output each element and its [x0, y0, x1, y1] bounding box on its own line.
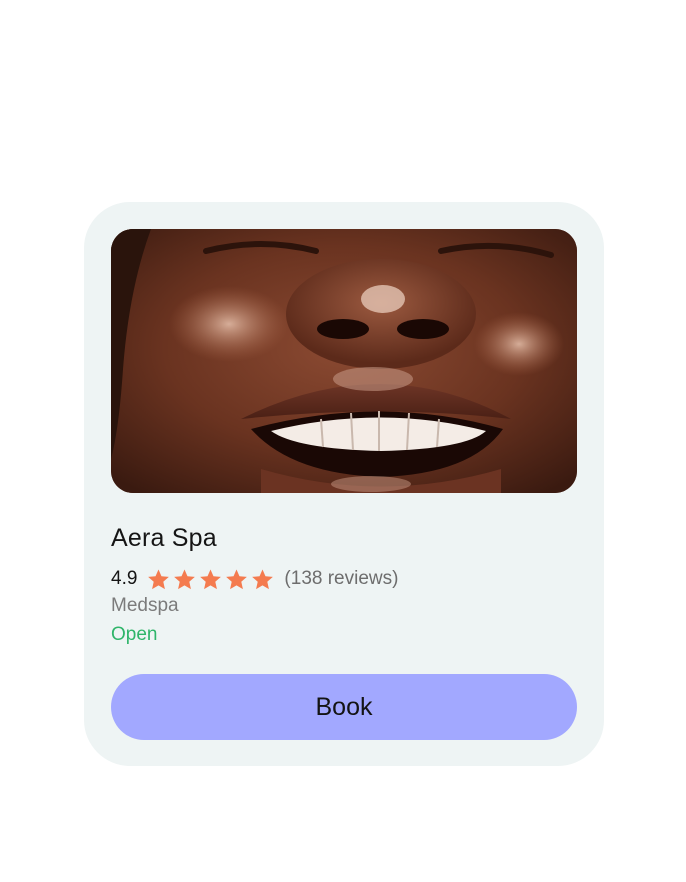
- book-button[interactable]: Book: [111, 674, 577, 740]
- star-icon: [174, 568, 196, 589]
- category-label: Medspa: [111, 595, 179, 616]
- open-status: Open: [111, 624, 158, 645]
- star-icon: [252, 568, 274, 589]
- listing-title: Aera Spa: [111, 524, 217, 552]
- spa-listing-card[interactable]: Aera Spa 4.9 (138 reviews) Medspa Open B…: [84, 202, 604, 766]
- star-icon: [200, 568, 222, 589]
- spa-photo: [111, 229, 577, 493]
- star-rating: [147, 568, 274, 591]
- rating-row: 4.9 (138 reviews): [111, 566, 398, 592]
- smiling-face-image: [111, 229, 577, 493]
- star-icon: [148, 568, 170, 589]
- rating-value: 4.9: [111, 568, 138, 589]
- review-count[interactable]: (138 reviews): [284, 568, 398, 590]
- star-icon: [226, 568, 248, 589]
